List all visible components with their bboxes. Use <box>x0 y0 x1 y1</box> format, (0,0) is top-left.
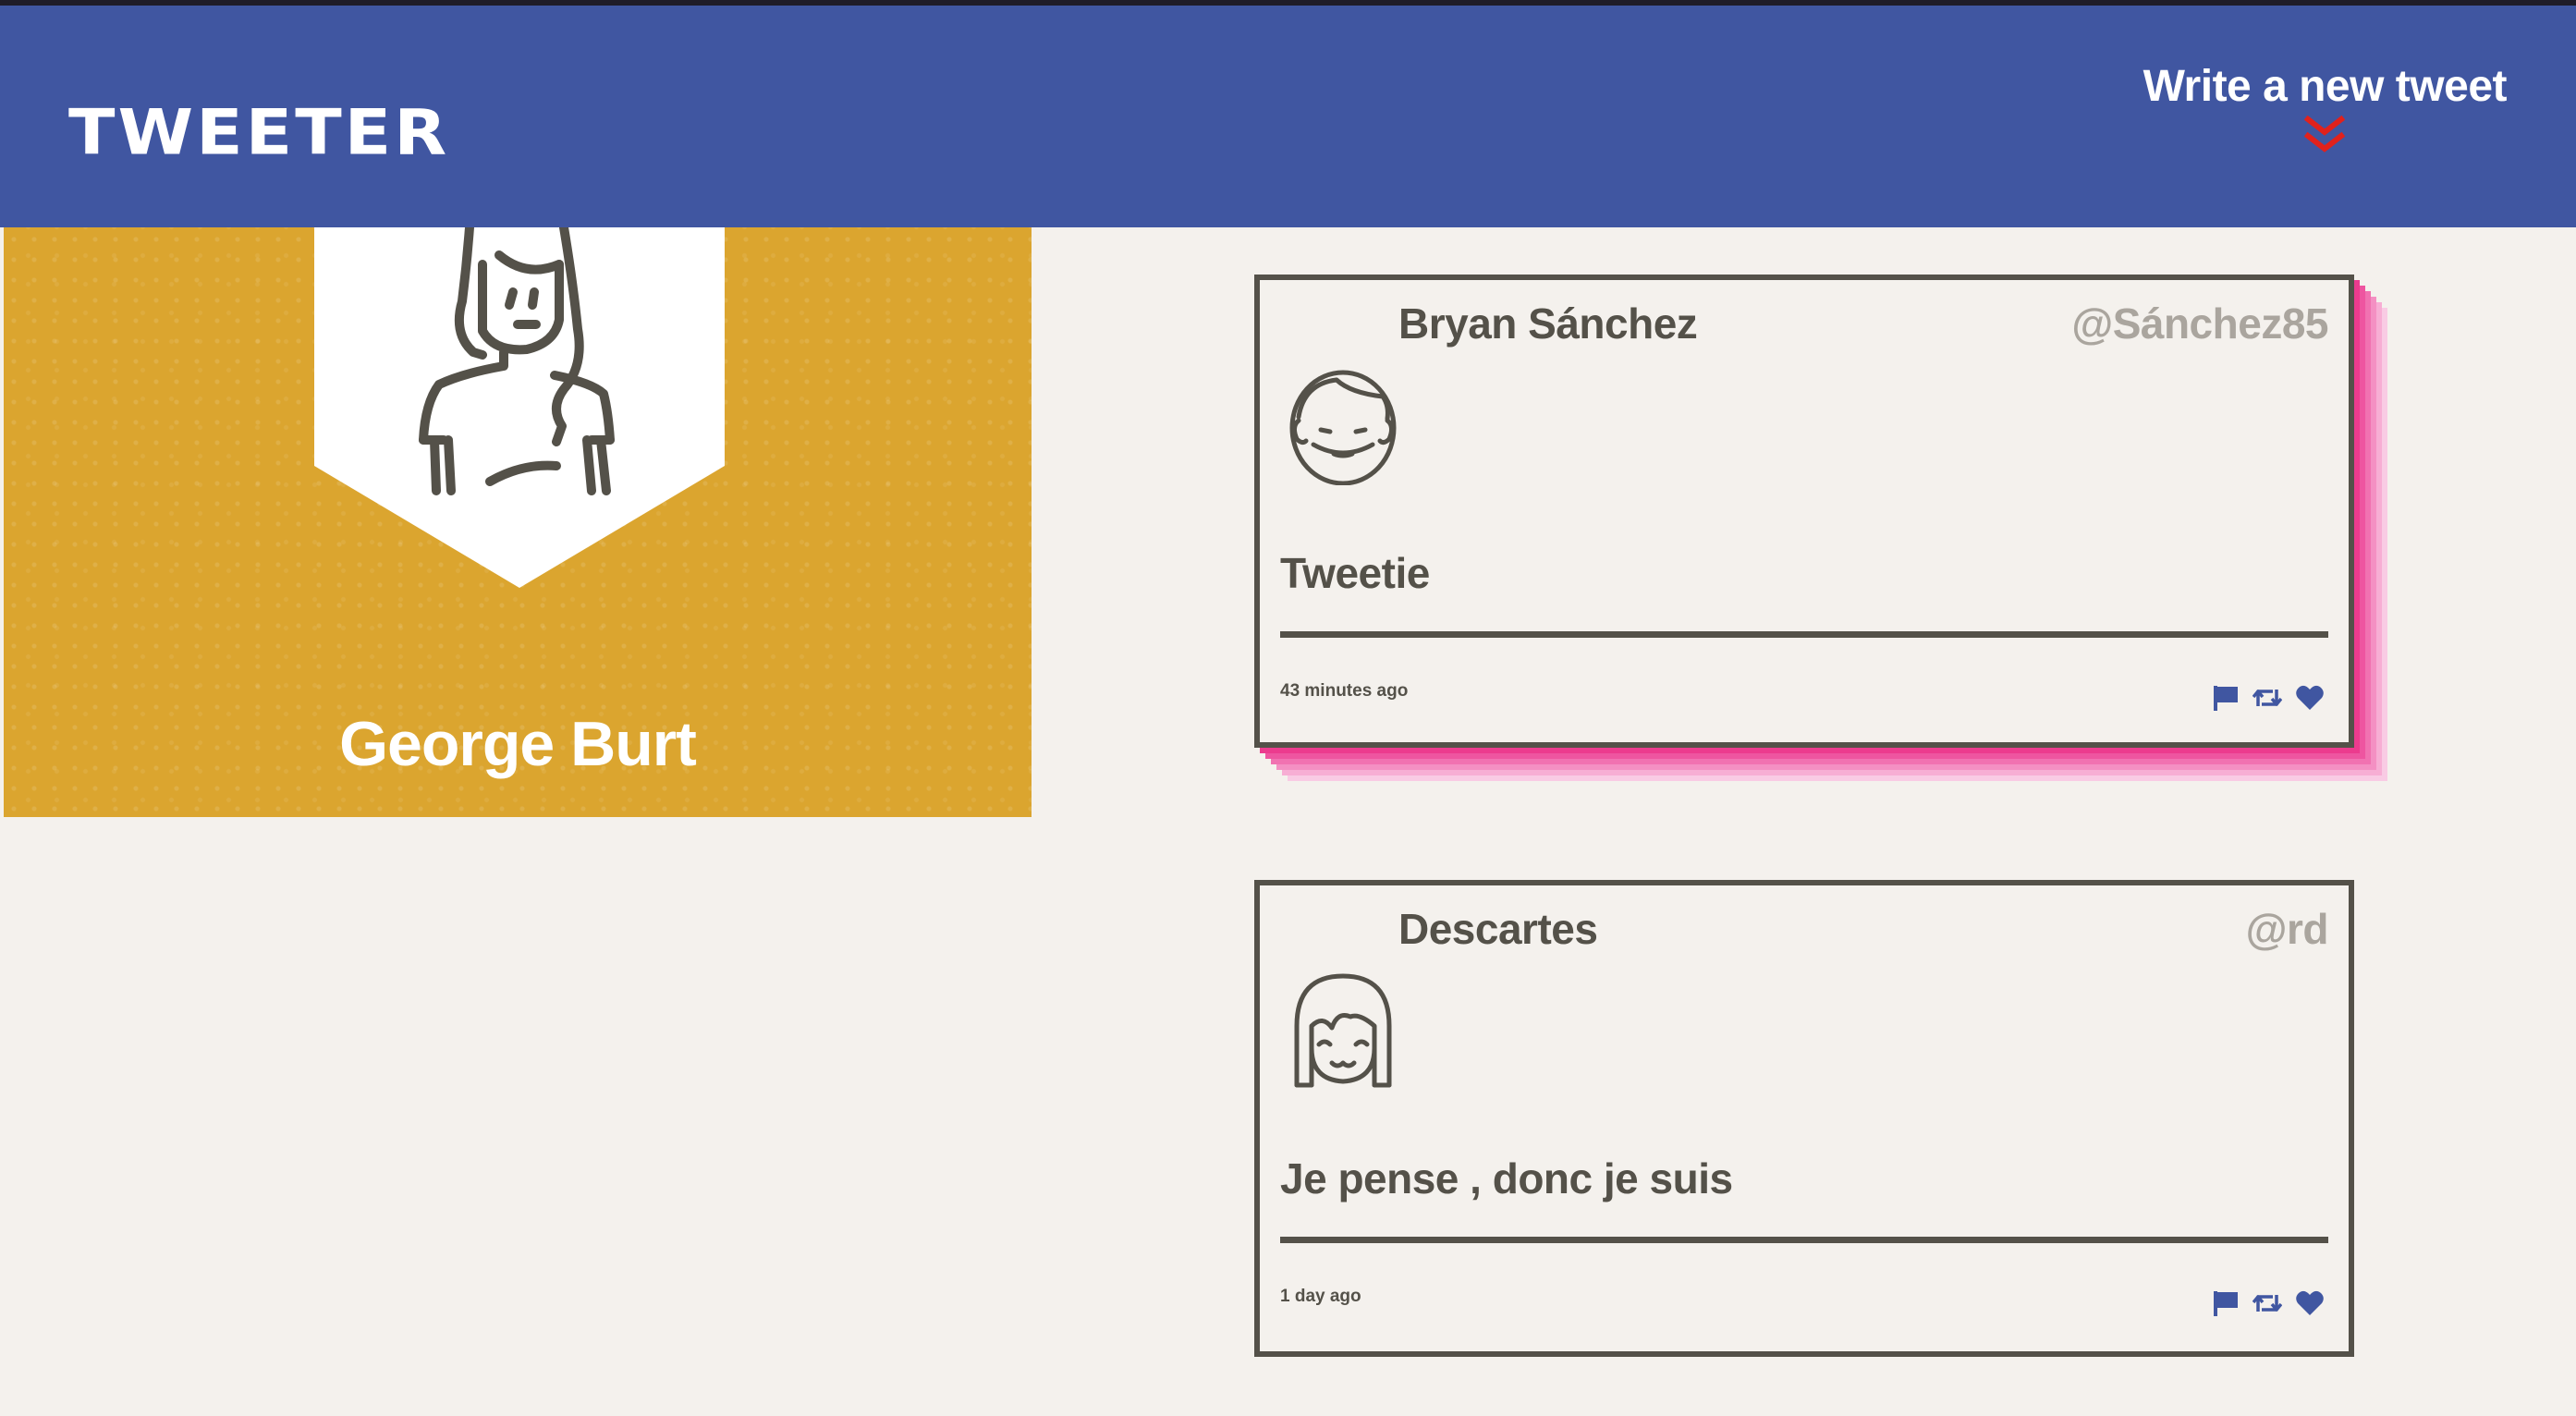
tweet-divider <box>1280 631 2328 638</box>
profile-name: George Burt <box>339 709 697 779</box>
girl-avatar-icon <box>1294 973 1392 1088</box>
boy-avatar-icon <box>1289 370 1397 485</box>
tweet-actions <box>2212 684 2325 712</box>
write-new-tweet-button[interactable]: Write a new tweet <box>2143 61 2508 154</box>
double-chevron-down-icon[interactable] <box>2304 116 2346 154</box>
tweet-author-handle: @Sánchez85 <box>2071 299 2328 348</box>
tweet-timestamp: 43 minutes ago <box>1280 681 1409 701</box>
tweet-author-name: Bryan Sánchez <box>1398 299 1698 348</box>
tweet-text: Tweetie <box>1280 549 1430 597</box>
brand-logo[interactable]: TWEETER <box>68 96 449 169</box>
tweet-author-name: Descartes <box>1398 905 1598 953</box>
tweet-text: Je pense , donc je suis <box>1280 1154 1733 1202</box>
flag-icon[interactable] <box>2212 1289 2240 1317</box>
app-window: TWEETER Write a new tweet George Burt Br… <box>0 6 2576 1416</box>
tweet-card: Descartes @rd Je pense , donc je suis 1 … <box>1254 880 2354 1357</box>
tweet-actions <box>2212 1289 2325 1317</box>
tweet-card: Bryan Sánchez @Sánchez85 Tweetie 43 minu… <box>1254 275 2354 748</box>
top-navbar: TWEETER Write a new tweet <box>0 6 2576 227</box>
tweet-timestamp: 1 day ago <box>1280 1287 1361 1306</box>
woman-avatar-icon <box>314 227 725 588</box>
retweet-icon[interactable] <box>2252 1289 2282 1317</box>
heart-icon[interactable] <box>2295 684 2325 712</box>
tweet-author-handle: @rd <box>2245 905 2329 953</box>
tweet-divider <box>1280 1237 2328 1243</box>
write-new-tweet-label[interactable]: Write a new tweet <box>2143 61 2508 112</box>
flag-icon[interactable] <box>2212 684 2240 712</box>
retweet-icon[interactable] <box>2252 684 2282 712</box>
heart-icon[interactable] <box>2295 1289 2325 1317</box>
